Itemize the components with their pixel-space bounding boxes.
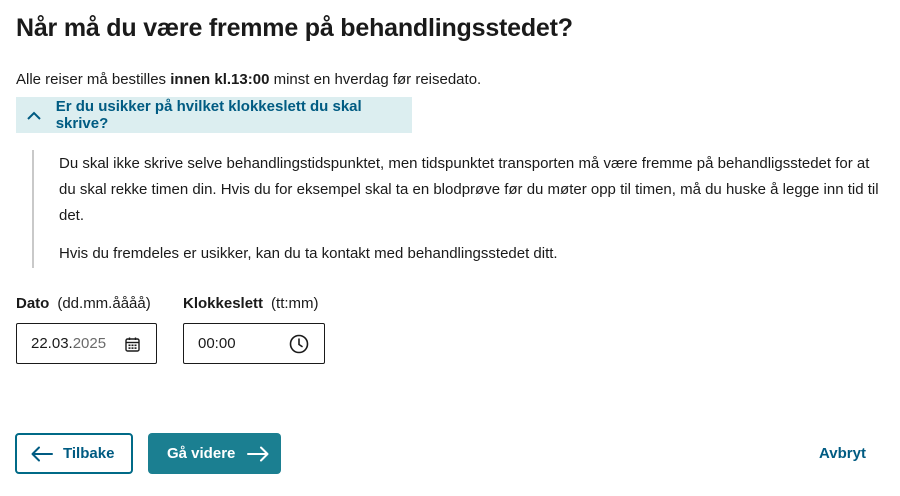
date-value-daymonth: 22.03. bbox=[31, 335, 73, 352]
help-expander-content: Du skal ikke skrive selve behandlingstid… bbox=[32, 150, 890, 268]
help-expander-toggle[interactable]: Er du usikker på hvilket klokkeslett du … bbox=[16, 97, 412, 133]
time-value: 00:00 bbox=[198, 335, 236, 352]
date-field-label: Dato (dd.mm.åååå) bbox=[16, 295, 151, 312]
help-paragraph: Hvis du fremdeles er usikker, kan du ta … bbox=[59, 245, 558, 262]
date-format-hint: (dd.mm.åååå) bbox=[57, 295, 151, 312]
help-paragraph: Du skal ikke skrive selve behandlingstid… bbox=[59, 155, 879, 224]
calendar-icon[interactable] bbox=[125, 337, 140, 352]
date-value: 22.03.2025 bbox=[31, 335, 106, 352]
time-format-hint: (tt:mm) bbox=[271, 295, 319, 312]
back-button[interactable]: Tilbake bbox=[15, 433, 133, 474]
intro-text: Alle reiser må bestilles innen kl.13:00 … bbox=[16, 71, 481, 88]
back-button-label: Tilbake bbox=[63, 445, 115, 462]
intro-text-deadline: innen kl.13:00 bbox=[170, 71, 270, 88]
next-button[interactable]: Gå videre bbox=[148, 433, 281, 474]
next-button-label: Gå videre bbox=[167, 445, 236, 462]
intro-text-before: Alle reiser må bestilles bbox=[16, 71, 171, 88]
time-label: Klokkeslett bbox=[183, 295, 264, 312]
arrow-right-icon bbox=[247, 446, 269, 462]
help-expander-label: Er du usikker på hvilket klokkeslett du … bbox=[55, 98, 362, 132]
page: Når må du være fremme på behandlingssted… bbox=[0, 0, 900, 496]
time-input[interactable]: 00:00 bbox=[183, 323, 325, 364]
arrow-left-icon bbox=[31, 446, 53, 462]
time-field-label: Klokkeslett (tt:mm) bbox=[183, 295, 319, 312]
clock-icon[interactable] bbox=[289, 334, 309, 354]
cancel-link[interactable]: Avbryt bbox=[819, 445, 866, 462]
date-input[interactable]: 22.03.2025 bbox=[16, 323, 157, 364]
chevron-up-icon bbox=[26, 107, 42, 123]
date-label: Dato bbox=[16, 295, 50, 312]
page-title: Når må du være fremme på behandlingssted… bbox=[16, 14, 573, 42]
intro-text-after: minst en hverdag før reisedato. bbox=[269, 71, 482, 88]
date-value-year: 2025 bbox=[72, 335, 107, 352]
